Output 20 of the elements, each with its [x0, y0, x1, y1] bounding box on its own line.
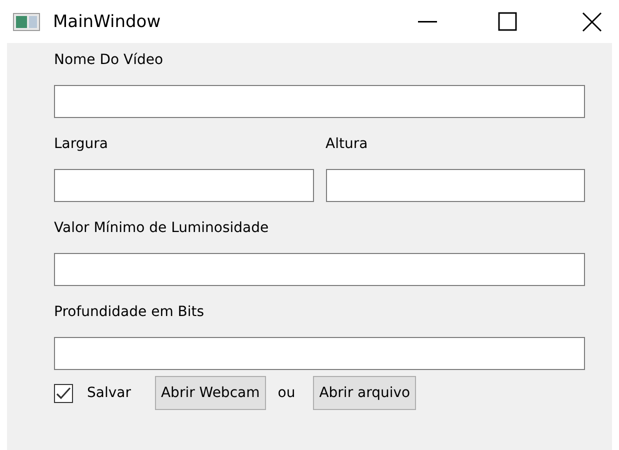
input-field[interactable]	[54, 169, 314, 202]
app-icon	[13, 12, 40, 30]
maximize-icon[interactable]	[498, 12, 517, 31]
push-button[interactable]: Abrir arquivo	[313, 376, 416, 410]
field-label: Profundidade em Bits	[54, 303, 204, 321]
field-label: Nome Do Vídeo	[54, 51, 164, 69]
field-label: Valor Mínimo de Luminosidade	[54, 219, 269, 237]
input-field[interactable]	[54, 253, 585, 286]
input-field[interactable]	[326, 169, 585, 202]
push-button[interactable]: Abrir Webcam	[154, 376, 266, 410]
checkbox[interactable]	[54, 384, 73, 402]
window-title: MainWindow	[53, 12, 161, 32]
input-field[interactable]	[54, 85, 585, 118]
field-label: Altura	[326, 135, 368, 153]
checkbox-label[interactable]: Salvar	[87, 385, 131, 401]
input-field[interactable]	[54, 337, 585, 370]
field-label: Largura	[54, 135, 108, 153]
minimize-icon[interactable]	[418, 21, 437, 23]
separator-text: ou	[278, 385, 296, 401]
close-icon[interactable]	[582, 12, 602, 32]
